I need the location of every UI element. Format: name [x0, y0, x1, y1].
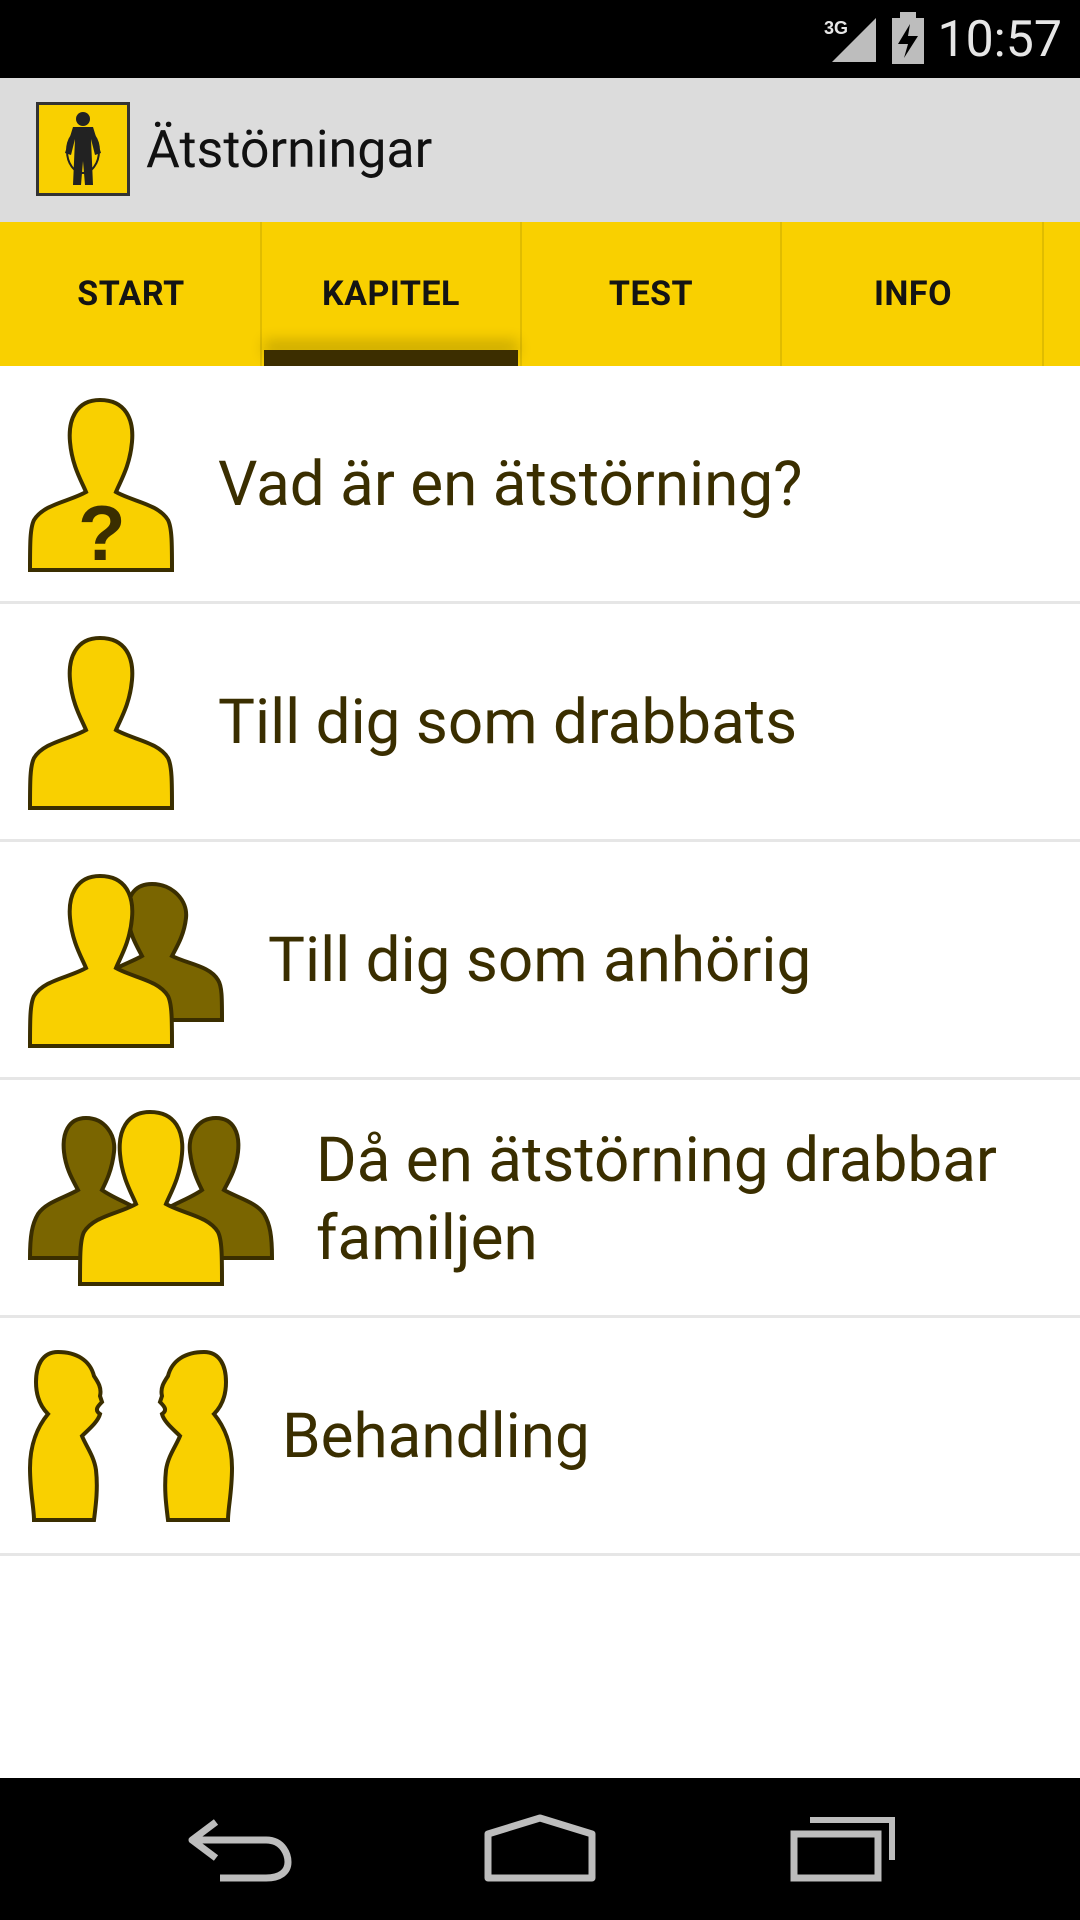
- list-item-label: Till dig som anhörig: [268, 924, 812, 997]
- list-item-label: Vad är en ätstörning?: [218, 448, 803, 521]
- tab-start[interactable]: START: [2, 222, 262, 366]
- two-persons-icon: [28, 873, 225, 1048]
- list-item-label: Då en ätstörning drabbar familjen: [316, 1124, 997, 1275]
- two-profiles-icon: [28, 1349, 235, 1522]
- recent-apps-icon[interactable]: [790, 1812, 898, 1884]
- tab-test[interactable]: TEST: [522, 222, 782, 366]
- tab-selected-indicator: [264, 350, 518, 366]
- body-silhouette-icon: [65, 112, 101, 185]
- status-bar: 3G 10:57: [0, 0, 1080, 78]
- list-item[interactable]: Då en ätstörning drabbar familjen: [0, 1080, 1080, 1318]
- family-icon: [28, 1109, 274, 1286]
- back-icon[interactable]: [186, 1812, 294, 1884]
- list-item-label: Till dig som drabbats: [218, 686, 798, 759]
- tab-label: KAPITEL: [322, 274, 460, 314]
- tab-label: INFO: [873, 274, 953, 314]
- list-item[interactable]: Behandling: [0, 1318, 1080, 1556]
- clock: 10:57: [937, 11, 1062, 69]
- tab-info[interactable]: INFO: [784, 222, 1044, 366]
- navigation-bar: [0, 1778, 1080, 1920]
- home-icon[interactable]: [484, 1812, 596, 1884]
- tab-label: TEST: [608, 274, 694, 314]
- list-item[interactable]: Till dig som drabbats: [0, 604, 1080, 842]
- list-item[interactable]: Till dig som anhörig: [0, 842, 1080, 1080]
- svg-text:3G: 3G: [824, 18, 848, 38]
- list-item-label: Behandling: [282, 1400, 590, 1473]
- app-logo-icon[interactable]: [36, 102, 130, 196]
- tab-kapitel[interactable]: KAPITEL: [262, 222, 522, 366]
- list-item[interactable]: ? Vad är en ätstörning?: [0, 366, 1080, 604]
- person-icon: [28, 635, 174, 810]
- signal-3g-icon: 3G: [824, 18, 876, 62]
- app-bar: Ätstörningar: [0, 78, 1080, 222]
- person-question-icon: ?: [28, 397, 174, 574]
- app-title: Ätstörningar: [146, 119, 433, 180]
- battery-charging-icon: [892, 12, 924, 64]
- svg-text:?: ?: [78, 489, 126, 574]
- chapter-list: ? Vad är en ätstörning? Till dig som dra…: [0, 366, 1080, 1778]
- tab-bar: START KAPITEL TEST INFO: [0, 222, 1080, 366]
- tab-label: START: [77, 274, 185, 314]
